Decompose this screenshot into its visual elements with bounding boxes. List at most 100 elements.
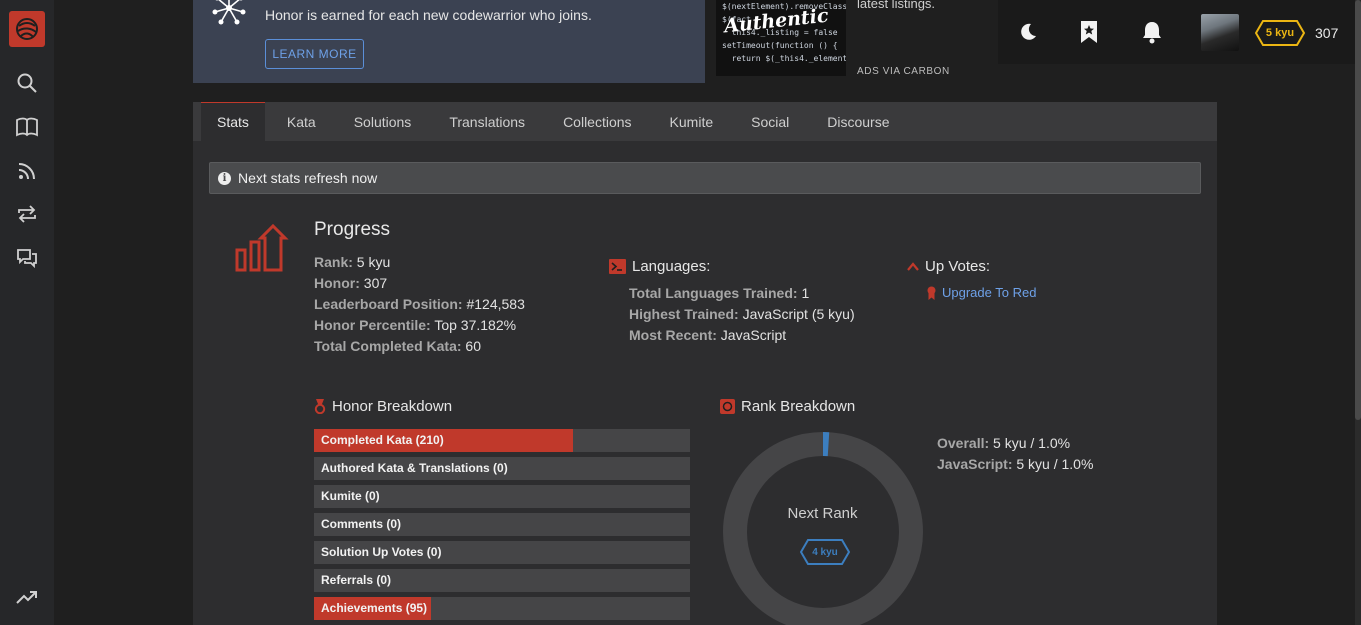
progress-chart-icon bbox=[235, 223, 289, 279]
progress-stat-value: 5 kyu bbox=[356, 254, 391, 270]
ad-copy[interactable]: latest listings. bbox=[857, 0, 935, 11]
next-rank-badge-label: 4 kyu bbox=[812, 546, 838, 558]
progress-stat-key: Honor Percentile: bbox=[314, 317, 431, 333]
next-rank-label: Next Rank bbox=[787, 505, 858, 522]
progress-stat-value: Top 37.182% bbox=[434, 317, 517, 333]
tab-discourse[interactable]: Discourse bbox=[811, 102, 905, 141]
tab-social[interactable]: Social bbox=[735, 102, 805, 141]
search-icon[interactable] bbox=[14, 70, 40, 96]
terminal-icon bbox=[609, 259, 626, 274]
rank-stat-row: JavaScript: 5 kyu / 1.0% bbox=[937, 454, 1093, 475]
user-avatar[interactable] bbox=[1201, 14, 1239, 51]
profile-stats-panel: Stats Kata Solutions Translations Collection… bbox=[193, 102, 1217, 625]
language-stat-value: 1 bbox=[801, 285, 810, 301]
info-icon: i bbox=[218, 171, 231, 185]
rank-stat-value: 5 kyu / 1.0% bbox=[1016, 456, 1094, 472]
language-stats: Total Languages Trained: 1 Highest Traine… bbox=[629, 283, 855, 346]
rank-target-icon bbox=[720, 399, 735, 414]
language-stat-value: JavaScript bbox=[720, 327, 787, 343]
progress-stat-row: Leaderboard Position: #124,583 bbox=[314, 294, 525, 315]
rank-stat-value: 5 kyu / 1.0% bbox=[993, 435, 1071, 451]
honor-bar: Achievements (95) bbox=[314, 597, 690, 620]
honor-bar-label: Completed Kata (210) bbox=[321, 433, 444, 447]
learn-more-button[interactable]: LEARN MORE bbox=[265, 39, 364, 69]
rank-breakdown-title-text: Rank Breakdown bbox=[741, 398, 856, 415]
progress-title: Progress bbox=[314, 219, 391, 240]
profile-tabs: Stats Kata Solutions Translations Collection… bbox=[193, 102, 1217, 141]
repeat-icon[interactable] bbox=[14, 201, 40, 227]
progress-stat-row: Rank: 5 kyu bbox=[314, 252, 525, 273]
progress-stat-key: Leaderboard Position: bbox=[314, 296, 463, 312]
rank-breakdown-title: Rank Breakdown bbox=[720, 398, 855, 415]
honor-bar: Referrals (0) bbox=[314, 569, 690, 592]
left-sidebar bbox=[0, 0, 54, 625]
tab-solutions[interactable]: Solutions bbox=[338, 102, 428, 141]
honor-bar-label: Comments (0) bbox=[321, 517, 402, 531]
honor-breakdown-bars: Completed Kata (210) Authored Kata & Tran… bbox=[314, 429, 690, 625]
honor-bar-label: Authored Kata & Translations (0) bbox=[321, 461, 508, 475]
progress-stat-key: Rank: bbox=[314, 254, 353, 270]
progress-stat-row: Total Completed Kata: 60 bbox=[314, 336, 525, 357]
rss-feed-icon[interactable] bbox=[14, 158, 40, 184]
language-stat-row: Highest Trained: JavaScript (5 kyu) bbox=[629, 304, 855, 325]
notice-text: Next stats refresh now bbox=[238, 170, 378, 186]
chevron-up-icon bbox=[907, 262, 919, 271]
language-stat-row: Total Languages Trained: 1 bbox=[629, 283, 855, 304]
progress-stat-key: Total Completed Kata: bbox=[314, 338, 462, 354]
bookmark-icon[interactable] bbox=[1076, 18, 1102, 46]
progress-stat-row: Honor Percentile: Top 37.182% bbox=[314, 315, 525, 336]
honor-breakdown-title: Honor Breakdown bbox=[314, 398, 452, 415]
progress-stat-value: 60 bbox=[465, 338, 481, 354]
upgrade-to-red-text: Upgrade To Red bbox=[942, 285, 1037, 300]
progress-stats: Rank: 5 kyu Honor: 307 Leaderboard Positio… bbox=[314, 252, 525, 357]
trending-icon[interactable] bbox=[14, 584, 40, 610]
progress-stat-value: #124,583 bbox=[466, 296, 525, 312]
stats-refresh-notice: i Next stats refresh now bbox=[209, 162, 1201, 194]
honor-bar: Completed Kata (210) bbox=[314, 429, 690, 452]
ad-image[interactable]: $(nextElement).removeClass $(fact this4.… bbox=[716, 0, 846, 76]
honor-bar: Comments (0) bbox=[314, 513, 690, 536]
upgrade-to-red-link[interactable]: Upgrade To Red bbox=[927, 285, 1036, 300]
progress-stat-value: 307 bbox=[363, 275, 388, 291]
honor-bar-label: Achievements (95) bbox=[321, 601, 428, 615]
promo-text: Honor is earned for each new codewarrior… bbox=[265, 7, 592, 23]
scrollbar-thumb[interactable] bbox=[1355, 0, 1361, 420]
discussion-icon[interactable] bbox=[14, 245, 40, 271]
codewars-logo-icon[interactable] bbox=[9, 11, 45, 47]
honor-bar-label: Kumite (0) bbox=[321, 489, 380, 503]
dark-mode-moon-icon[interactable] bbox=[1015, 18, 1041, 46]
tab-kata[interactable]: Kata bbox=[271, 102, 332, 141]
progress-stat-row: Honor: 307 bbox=[314, 273, 525, 294]
rank-badge-label: 5 kyu bbox=[1265, 27, 1295, 39]
book-icon[interactable] bbox=[14, 114, 40, 140]
user-toolbar: 5 kyu 307 bbox=[998, 0, 1355, 64]
language-stat-key: Highest Trained: bbox=[629, 306, 739, 322]
notifications-bell-icon[interactable] bbox=[1139, 18, 1165, 46]
progress-stat-key: Honor: bbox=[314, 275, 360, 291]
rank-stat-row: Overall: 5 kyu / 1.0% bbox=[937, 433, 1093, 454]
honor-breakdown-title-text: Honor Breakdown bbox=[332, 398, 453, 415]
honor-bar: Kumite (0) bbox=[314, 485, 690, 508]
rank-stat-key: Overall: bbox=[937, 435, 990, 451]
up-votes-title: Up Votes: bbox=[907, 258, 990, 275]
ads-via-carbon-link[interactable]: ADS VIA CARBON bbox=[857, 66, 950, 77]
tab-translations[interactable]: Translations bbox=[433, 102, 541, 141]
honor-bar-label: Solution Up Votes (0) bbox=[321, 545, 442, 559]
tab-kumite[interactable]: Kumite bbox=[654, 102, 730, 141]
referral-promo-banner: Honor is earned for each new codewarrior… bbox=[193, 0, 705, 83]
honor-bar: Solution Up Votes (0) bbox=[314, 541, 690, 564]
ribbon-icon bbox=[927, 286, 936, 300]
rank-progress-donut bbox=[723, 432, 923, 625]
language-stat-row: Most Recent: JavaScript bbox=[629, 325, 855, 346]
tab-collections[interactable]: Collections bbox=[547, 102, 647, 141]
medal-icon bbox=[314, 399, 326, 414]
honor-bar-label: Referrals (0) bbox=[321, 573, 392, 587]
honor-count[interactable]: 307 bbox=[1315, 25, 1338, 41]
rank-stat-key: JavaScript: bbox=[937, 456, 1013, 472]
network-star-icon bbox=[207, 0, 251, 35]
language-stat-key: Total Languages Trained: bbox=[629, 285, 798, 301]
honor-bar: Authored Kata & Translations (0) bbox=[314, 457, 690, 480]
tab-stats[interactable]: Stats bbox=[201, 102, 265, 141]
rank-badge[interactable]: 5 kyu bbox=[1254, 20, 1306, 46]
up-votes-title-text: Up Votes: bbox=[925, 258, 991, 275]
